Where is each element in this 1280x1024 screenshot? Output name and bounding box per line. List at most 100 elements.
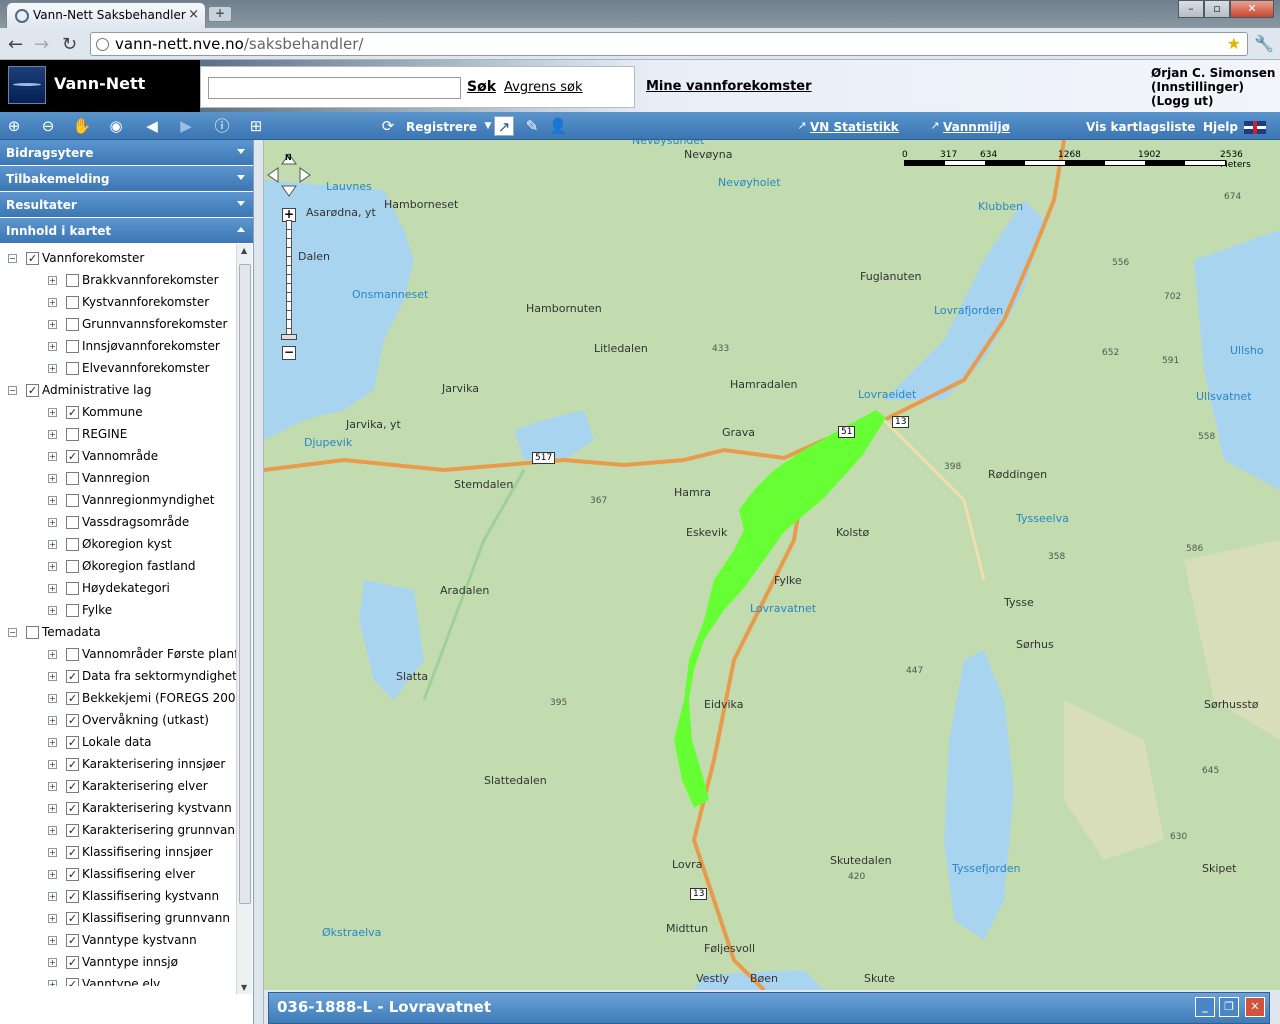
expand-icon[interactable]: + [48,298,57,307]
refine-search-link[interactable]: Avgrens søk [504,80,583,95]
layer-label[interactable]: Vanntype innsjø [82,955,178,969]
help-link[interactable]: Hjelp [1203,120,1238,134]
layer-checkbox[interactable]: ✓ [66,692,79,705]
sidebar-splitter[interactable] [254,140,264,1024]
zoom-slider[interactable]: + − [280,206,298,366]
panel-tilbakemelding[interactable]: Tilbakemelding [0,166,253,192]
layer-checkbox[interactable] [66,472,79,485]
panel-minimize-button[interactable]: _ [1195,997,1215,1017]
layer-label[interactable]: Brakkvannforekomster [82,273,219,287]
expand-icon[interactable]: + [48,694,57,703]
layer-label[interactable]: Temadata [42,625,101,639]
panel-resultater[interactable]: Resultater [0,192,253,218]
layer-label[interactable]: Data fra sektormyndighete [82,669,236,683]
expand-icon[interactable]: + [48,980,57,986]
map-view[interactable]: 0 317 634 1268 1902 2536 Meters N + − Ne… [264,140,1280,990]
layer-label[interactable]: Vannforekomster [42,251,144,265]
layer-label[interactable]: Administrative lag [42,383,151,397]
layer-label[interactable]: Bekkekjemi (FOREGS 2008 [82,691,236,705]
expand-icon[interactable]: + [48,848,57,857]
expand-icon[interactable]: + [48,870,57,879]
back-arrow-icon[interactable]: ◀ [142,116,162,136]
expand-icon[interactable]: + [48,716,57,725]
zoom-in-icon[interactable]: ⊕ [4,116,24,136]
register-dropdown[interactable]: Registrere [406,120,477,134]
zoom-out-icon[interactable]: ⊖ [38,116,58,136]
panel-bidragsytere[interactable]: Bidragsytere [0,140,253,166]
pan-control[interactable]: N [266,152,312,198]
layer-label[interactable]: Økoregion fastland [82,559,196,573]
panel-innhold-i-kartet[interactable]: Innhold i kartet [0,218,253,244]
layer-checkbox[interactable] [66,296,79,309]
expand-icon[interactable]: + [48,540,57,549]
expand-icon[interactable]: + [48,958,57,967]
panel-close-button[interactable]: ✕ [1245,997,1265,1017]
layer-label[interactable]: Vannregionmyndighet [82,493,214,507]
zoom-out-button[interactable]: − [282,346,296,360]
layer-label[interactable]: Klassifisering innsjøer [82,845,213,859]
close-window-button[interactable]: ✕ [1230,0,1274,18]
layer-label[interactable]: Kommune [82,405,143,419]
tab-close-icon[interactable]: × [188,7,199,22]
layer-checkbox[interactable] [66,582,79,595]
user-settings-link[interactable]: (Innstillinger) [1151,80,1275,94]
layer-label[interactable]: Innsjøvannforekomster [82,339,220,353]
expand-icon[interactable]: + [48,892,57,901]
layer-label[interactable]: Økoregion kyst [82,537,172,551]
vn-stats-link[interactable]: VN Statistikk [810,120,899,134]
layer-label[interactable]: REGINE [82,427,127,441]
layer-checkbox[interactable] [66,516,79,529]
expand-icon[interactable]: + [48,606,57,615]
collapse-icon[interactable]: − [8,254,17,263]
layer-tree-scrollbar[interactable]: ▲ ▼ [236,244,252,994]
back-arrow-icon[interactable]: ← [8,34,23,55]
scroll-up-icon[interactable]: ▲ [241,246,247,255]
layer-checkbox[interactable] [66,538,79,551]
zoom-knob[interactable] [281,334,297,340]
add-user-icon[interactable]: 👤 [548,116,568,136]
expand-icon[interactable]: + [48,672,57,681]
pan-hand-icon[interactable]: ✋ [72,116,92,136]
vannmiljo-link[interactable]: Vannmiljø [943,120,1010,134]
layer-checkbox[interactable]: ✓ [66,934,79,947]
bookmark-star-icon[interactable]: ★ [1227,34,1241,53]
expand-icon[interactable]: + [48,936,57,945]
layer-label[interactable]: Vanntype kystvann [82,933,197,947]
expand-icon[interactable]: + [48,584,57,593]
layer-label[interactable]: Karakterisering innsjøer [82,757,225,771]
new-tab-button[interactable]: + [208,6,232,22]
expand-icon[interactable]: + [48,782,57,791]
layer-label[interactable]: Klassifisering kystvann [82,889,219,903]
layer-checkbox[interactable]: ✓ [66,406,79,419]
layer-checkbox[interactable]: ✓ [66,846,79,859]
layer-checkbox[interactable]: ✓ [66,824,79,837]
layer-checkbox[interactable]: ✓ [66,802,79,815]
expand-icon[interactable]: + [48,738,57,747]
register-icon[interactable]: ⟳ [378,116,398,136]
forward-arrow-icon[interactable]: ▶ [176,116,196,136]
forward-arrow-icon[interactable]: → [34,34,49,55]
layer-checkbox[interactable]: ✓ [66,670,79,683]
layer-checkbox[interactable] [66,494,79,507]
layer-checkbox[interactable]: ✓ [66,714,79,727]
expand-icon[interactable]: + [48,408,57,417]
layer-label[interactable]: Høydekategori [82,581,170,595]
scrollbar-thumb[interactable] [239,264,251,904]
layer-label[interactable]: Grunnvannsforekomster [82,317,227,331]
layer-list-link[interactable]: Vis kartlagsliste [1086,120,1195,134]
my-waterbodies-link[interactable]: Mine vannforekomster [646,79,812,94]
layer-label[interactable]: Kystvannforekomster [82,295,209,309]
layer-checkbox[interactable]: ✓ [66,450,79,463]
measure-icon[interactable]: ⊞ [246,116,266,136]
expand-icon[interactable]: + [48,474,57,483]
layer-checkbox[interactable]: ✓ [66,978,79,986]
layer-label[interactable]: Karakterisering grunnvann [82,823,236,837]
address-bar[interactable]: vann-nett.nve.no/saksbehandler/ ★ [90,32,1248,56]
logout-link[interactable]: (Logg ut) [1151,94,1275,108]
layer-checkbox[interactable] [66,318,79,331]
layer-checkbox[interactable]: ✓ [26,384,39,397]
expand-icon[interactable]: + [48,760,57,769]
layer-label[interactable]: Vanntype elv [82,977,160,986]
layer-checkbox[interactable] [66,362,79,375]
expand-icon[interactable]: + [48,496,57,505]
